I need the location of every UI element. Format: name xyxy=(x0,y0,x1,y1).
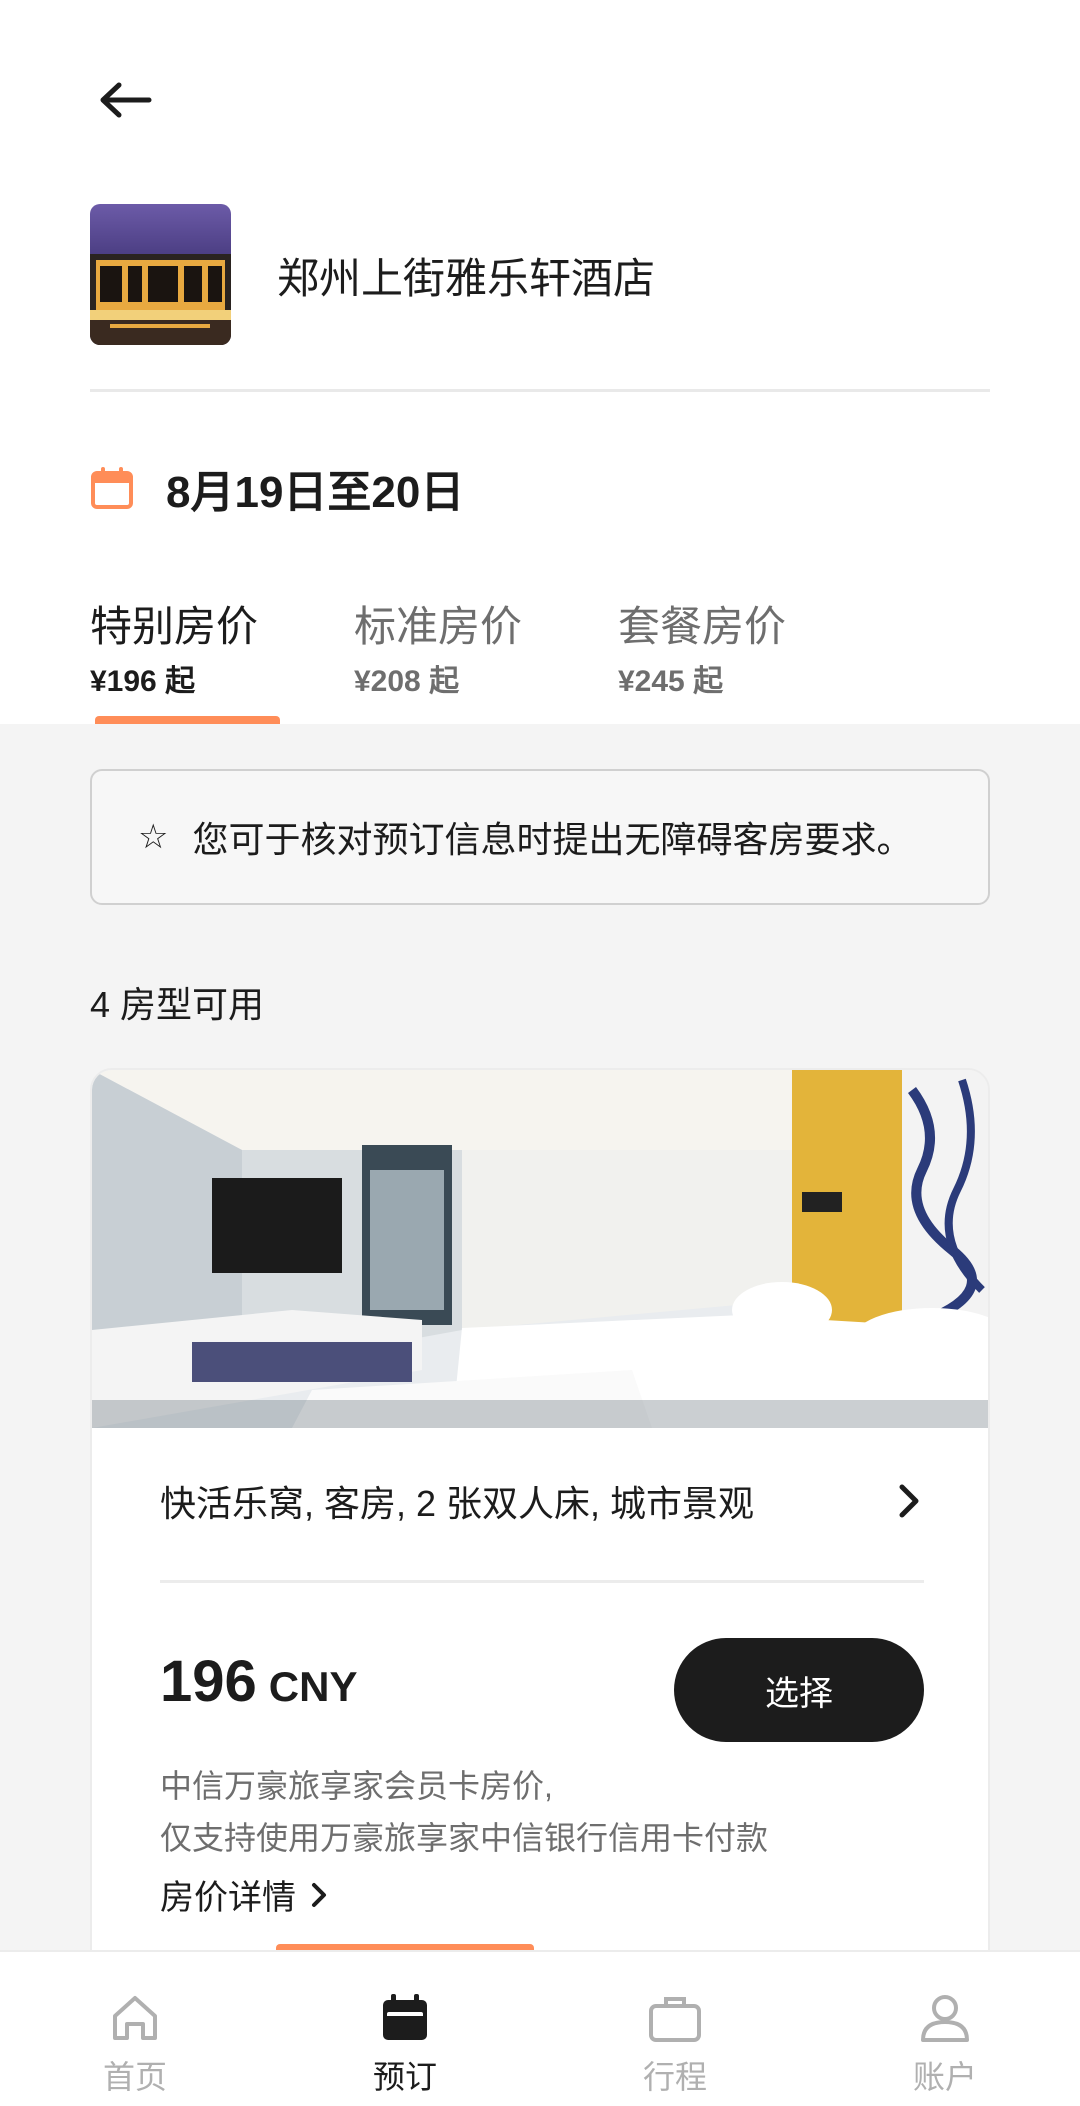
hotel-thumbnail xyxy=(90,204,231,345)
tab-price: ¥208 起 xyxy=(354,665,460,699)
nav-booking[interactable]: 预订 xyxy=(270,1952,540,2106)
back-button[interactable] xyxy=(90,70,160,130)
calendar-icon xyxy=(91,467,133,509)
notice-text: 您可于核对预订信息时提出无障碍客房要求。 xyxy=(192,819,913,860)
room-photo[interactable] xyxy=(92,1070,990,1428)
active-tab-indicator xyxy=(95,716,280,724)
chevron-right-icon xyxy=(899,1484,919,1518)
divider xyxy=(160,1580,924,1583)
rate-description-line: 中信万豪旅享家会员卡房价, xyxy=(160,1768,553,1804)
home-icon xyxy=(113,1996,157,2040)
hotel-name: 郑州上街雅乐轩酒店 xyxy=(277,255,656,302)
tab-price: ¥196 起 xyxy=(90,665,196,699)
price-amount: 196 xyxy=(160,1649,257,1714)
nav-label: 预订 xyxy=(372,2059,437,2095)
select-button[interactable]: 选择 xyxy=(674,1638,924,1742)
accessibility-notice: ☆ 您可于核对预订信息时提出无障碍客房要求。 xyxy=(90,769,990,905)
rate-tabs: 特别房价 ¥196 起 标准房价 ¥208 起 套餐房价 ¥245 起 xyxy=(90,603,882,700)
briefcase-icon xyxy=(649,1997,701,2042)
rooms-available-count: 4 房型可用 xyxy=(90,984,265,1025)
room-title: 快活乐窝, 客房, 2 张双人床, 城市景观 xyxy=(160,1483,755,1524)
rate-description: 中信万豪旅享家会员卡房价, 仅支持使用万豪旅享家中信银行信用卡付款 xyxy=(160,1760,768,1864)
tab-package-rate[interactable]: 套餐房价 ¥245 起 xyxy=(618,603,882,700)
nav-label: 行程 xyxy=(642,2059,707,2095)
room-list-section: ☆ 您可于核对预订信息时提出无障碍客房要求。 4 房型可用 快活乐窝, 客房, … xyxy=(0,724,1080,1950)
tab-title: 特别房价 xyxy=(90,603,259,650)
rate-description-line: 仅支持使用万豪旅享家中信银行信用卡付款 xyxy=(160,1820,769,1856)
header-section: 郑州上街雅乐轩酒店 8月19日至20日 特别房价 ¥196 起 标准房价 ¥20… xyxy=(0,0,1080,724)
rate-details-link[interactable]: 房价详情 xyxy=(160,1870,328,1919)
nav-account[interactable]: 账户 xyxy=(810,1952,1080,2106)
nav-label: 账户 xyxy=(912,2059,977,2095)
date-range: 8月19日至20日 xyxy=(166,468,465,517)
divider xyxy=(90,389,990,392)
room-price: 196 CNY xyxy=(160,1648,357,1715)
room-card: 快活乐窝, 客房, 2 张双人床, 城市景观 196 CNY 选择 中信万豪旅享… xyxy=(90,1068,990,1950)
price-currency: CNY xyxy=(268,1663,358,1710)
nav-label: 首页 xyxy=(102,2059,167,2095)
nav-trips[interactable]: 行程 xyxy=(540,1952,810,2106)
tab-title: 套餐房价 xyxy=(618,603,787,650)
arrow-left-icon xyxy=(100,82,152,118)
star-icon: ☆ xyxy=(138,818,169,856)
nav-home[interactable]: 首页 xyxy=(0,1952,270,2106)
tab-special-rate[interactable]: 特别房价 ¥196 起 xyxy=(90,603,354,700)
stay-dates[interactable]: 8月19日至20日 xyxy=(90,456,464,520)
chevron-right-icon xyxy=(312,1882,326,1907)
calendar-icon xyxy=(383,1994,427,2040)
room-title-row[interactable]: 快活乐窝, 客房, 2 张双人床, 城市景观 xyxy=(160,1475,924,1527)
tab-standard-rate[interactable]: 标准房价 ¥208 起 xyxy=(354,603,618,700)
rate-details-label: 房价详情 xyxy=(160,1879,296,1917)
tab-price: ¥245 起 xyxy=(618,665,724,699)
user-icon xyxy=(921,1995,969,2042)
tab-title: 标准房价 xyxy=(354,603,523,650)
bottom-nav: 首页 预订 行程 账户 xyxy=(0,1950,1080,2106)
